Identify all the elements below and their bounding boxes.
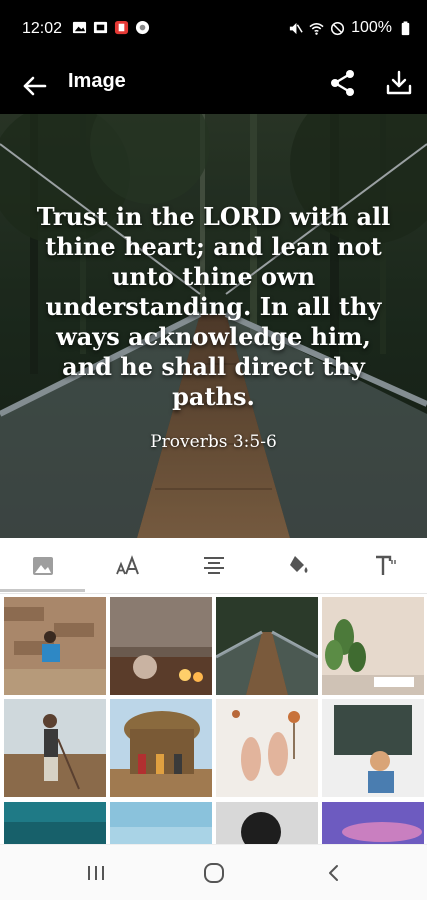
recent-apps-icon — [88, 866, 104, 880]
thumbnail-7[interactable] — [322, 699, 424, 797]
home-button[interactable] — [196, 857, 232, 889]
thumbnail-10[interactable] — [216, 802, 318, 844]
thumbnail-8[interactable] — [4, 802, 106, 844]
quote-text[interactable]: Trust in the LORD with all thine heart; … — [28, 202, 399, 412]
image-notification-icon — [72, 21, 87, 34]
page-title: Image — [68, 70, 126, 92]
editor-toolbar — [0, 538, 427, 594]
status-time: 12:02 — [22, 20, 63, 37]
selected-tab-indicator — [0, 589, 85, 592]
do-not-disturb-icon — [331, 21, 345, 35]
text-style-icon — [375, 555, 396, 575]
thumbnail-0[interactable] — [4, 597, 106, 695]
battery-icon — [401, 20, 410, 35]
wifi-icon — [309, 22, 324, 35]
tool-align-center[interactable] — [171, 538, 256, 594]
arrow-left-icon[interactable] — [20, 71, 50, 101]
chevron-left-icon — [329, 865, 338, 881]
quote-reference[interactable]: Proverbs 3:5-6 — [0, 432, 427, 452]
battery-percent: 100% — [351, 19, 392, 36]
font-size-icon — [115, 555, 139, 575]
tool-background-image[interactable] — [0, 538, 85, 594]
thumbnail-4[interactable] — [4, 699, 106, 797]
thumbnail-6[interactable] — [216, 699, 318, 797]
background-grid — [0, 594, 427, 844]
status-right: 100% — [288, 19, 413, 37]
thumbnail-9[interactable] — [110, 802, 212, 844]
download-icon[interactable] — [384, 68, 414, 98]
back-nav-button[interactable] — [316, 857, 352, 889]
fill-color-icon — [289, 556, 307, 573]
thumbnail-5[interactable] — [110, 699, 212, 797]
tool-font-size[interactable] — [85, 538, 170, 594]
thumbnail-11[interactable] — [322, 802, 424, 844]
recent-apps-button[interactable] — [78, 857, 114, 889]
misc-notification-icon — [135, 20, 150, 35]
gallery-notification-icon — [93, 21, 108, 34]
notification-icons — [72, 20, 150, 35]
app-notification-icon — [114, 20, 129, 35]
status-bar: 12:02 100% — [0, 0, 427, 58]
app-bar: Image — [0, 58, 427, 114]
system-nav-bar — [0, 844, 427, 900]
mute-icon — [289, 22, 303, 34]
thumbnail-1[interactable] — [110, 597, 212, 695]
share-icon[interactable] — [328, 68, 358, 98]
thumbnail-3[interactable] — [322, 597, 424, 695]
thumbnail-2[interactable] — [216, 597, 318, 695]
image-preview[interactable]: Trust in the LORD with all thine heart; … — [0, 114, 427, 538]
background-image-icon — [32, 557, 53, 575]
tool-fill-color[interactable] — [256, 538, 341, 594]
align-center-icon — [203, 557, 224, 574]
home-icon — [204, 863, 224, 883]
tool-text-style[interactable] — [342, 538, 427, 594]
